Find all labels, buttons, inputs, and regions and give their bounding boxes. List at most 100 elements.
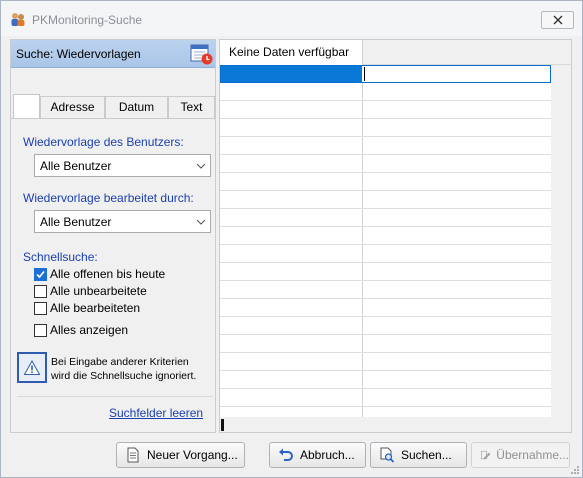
resize-grip-icon[interactable] xyxy=(570,465,580,475)
search-panel: Suche: Wiedervorlagen Adresse Datum Text… xyxy=(10,39,216,433)
table-row[interactable] xyxy=(220,227,551,245)
table-row[interactable] xyxy=(220,299,551,317)
table-row[interactable] xyxy=(220,83,551,101)
check-icon xyxy=(36,270,45,278)
table-row[interactable] xyxy=(220,137,551,155)
calendar-reminder-icon xyxy=(190,44,213,65)
quick-search-label: Schnellsuche: xyxy=(23,250,98,264)
scroll-marker xyxy=(221,419,224,431)
new-case-label: Neuer Vorgang... xyxy=(147,448,238,462)
panel-title: Suche: Wiedervorlagen xyxy=(16,47,141,61)
table-row[interactable] xyxy=(220,335,551,353)
checkbox[interactable] xyxy=(34,323,47,337)
search-label: Suchen... xyxy=(401,448,452,462)
chevron-down-icon xyxy=(192,155,210,176)
cell-separator xyxy=(362,299,363,316)
cell-separator xyxy=(362,83,363,100)
quick-option-show-all[interactable]: Alles anzeigen xyxy=(34,322,128,338)
tab-blank[interactable] xyxy=(13,94,40,120)
user-filter-label: Wiedervorlage des Benutzers: xyxy=(23,135,184,149)
grid-header-bar: Keine Daten verfügbar xyxy=(220,40,571,65)
clear-fields-link[interactable]: Suchfelder leeren xyxy=(109,406,203,420)
quick-option-open-until-today[interactable]: Alle offenen bis heute xyxy=(34,266,165,282)
tab-strip: Adresse Datum Text xyxy=(11,94,215,120)
edit-document-icon xyxy=(480,450,491,460)
title-bar: PKMonitoring-Suche xyxy=(1,1,582,36)
tab-datum[interactable]: Datum xyxy=(105,96,168,118)
cell-separator xyxy=(362,371,363,388)
edited-by-select[interactable]: Alle Benutzer xyxy=(34,210,211,233)
apply-button[interactable]: Übernahme... xyxy=(471,442,570,468)
search-button[interactable]: Suchen... xyxy=(370,442,467,468)
table-row[interactable] xyxy=(220,371,551,389)
cell-separator xyxy=(362,281,363,298)
info-text: Bei Eingabe anderer Kriterien wird die S… xyxy=(51,355,196,383)
option-label: Alles anzeigen xyxy=(50,323,129,337)
checkbox-checked[interactable] xyxy=(34,267,47,281)
selected-row[interactable] xyxy=(220,65,551,83)
table-row[interactable] xyxy=(220,191,551,209)
window-title: PKMonitoring-Suche xyxy=(32,13,143,27)
table-row[interactable] xyxy=(220,209,551,227)
horizontal-scroll-area[interactable] xyxy=(220,417,551,432)
table-row[interactable] xyxy=(220,119,551,137)
table-row[interactable] xyxy=(220,353,551,371)
table-row[interactable] xyxy=(220,245,551,263)
cancel-label: Abbruch... xyxy=(300,448,355,462)
tab-adresse[interactable]: Adresse xyxy=(40,96,105,118)
edited-filter-label: Wiedervorlage bearbeitet durch: xyxy=(23,191,194,205)
cancel-button[interactable]: Abbruch... xyxy=(269,442,366,468)
cell-separator xyxy=(362,209,363,226)
info-line-2: wird die Schnellsuche ignoriert. xyxy=(51,370,197,382)
quick-option-processed[interactable]: Alle bearbeiteten xyxy=(34,300,140,316)
cell-separator xyxy=(362,101,363,118)
cell-separator xyxy=(362,317,363,334)
cell-separator xyxy=(362,155,363,172)
tab-text[interactable]: Text xyxy=(168,96,215,118)
cell-separator xyxy=(362,353,363,370)
table-row[interactable] xyxy=(220,101,551,119)
table-row[interactable] xyxy=(220,155,551,173)
tab-content: Wiedervorlage des Benutzers: Alle Benutz… xyxy=(11,118,215,432)
cell-separator xyxy=(362,245,363,262)
new-case-button[interactable]: Neuer Vorgang... xyxy=(116,442,245,468)
apply-label: Übernahme... xyxy=(496,448,569,462)
cell-separator xyxy=(362,389,363,406)
vertical-scroll-area[interactable] xyxy=(551,65,571,432)
checkbox[interactable] xyxy=(34,301,47,315)
info-line-1: Bei Eingabe anderer Kriterien xyxy=(51,356,189,368)
search-window: PKMonitoring-Suche Suche: Wiedervorlagen… xyxy=(0,0,583,478)
checkbox[interactable] xyxy=(34,284,47,298)
selected-cell[interactable] xyxy=(221,66,362,82)
table-row[interactable] xyxy=(220,389,551,407)
table-row[interactable] xyxy=(220,173,551,191)
cell-separator xyxy=(362,191,363,208)
app-users-icon xyxy=(11,13,25,26)
table-row[interactable] xyxy=(220,281,551,299)
table-row[interactable] xyxy=(220,317,551,335)
user-select-value: Alle Benutzer xyxy=(40,159,112,173)
option-label: Alle bearbeiteten xyxy=(50,301,141,315)
text-cursor xyxy=(364,67,365,81)
cell-separator xyxy=(362,173,363,190)
divider xyxy=(17,396,213,397)
warning-info-icon xyxy=(17,352,47,383)
cell-separator xyxy=(362,335,363,352)
results-grid[interactable]: Keine Daten verfügbar xyxy=(219,39,572,433)
close-icon xyxy=(553,15,562,25)
chevron-down-icon xyxy=(192,211,210,232)
panel-header: Suche: Wiedervorlagen xyxy=(11,40,215,68)
cell-separator xyxy=(362,227,363,244)
close-button[interactable] xyxy=(541,11,574,29)
table-row[interactable] xyxy=(220,263,551,281)
option-label: Alle unbearbeitete xyxy=(50,284,147,298)
document-icon xyxy=(127,447,139,463)
grid-column-header[interactable]: Keine Daten verfügbar xyxy=(220,40,363,65)
option-label: Alle offenen bis heute xyxy=(50,267,166,281)
user-select[interactable]: Alle Benutzer xyxy=(34,154,211,177)
quick-option-unprocessed[interactable]: Alle unbearbeitete xyxy=(34,283,147,299)
undo-arrow-icon xyxy=(279,448,293,461)
cell-separator xyxy=(362,119,363,136)
cell-separator xyxy=(362,137,363,154)
cell-separator xyxy=(362,263,363,280)
